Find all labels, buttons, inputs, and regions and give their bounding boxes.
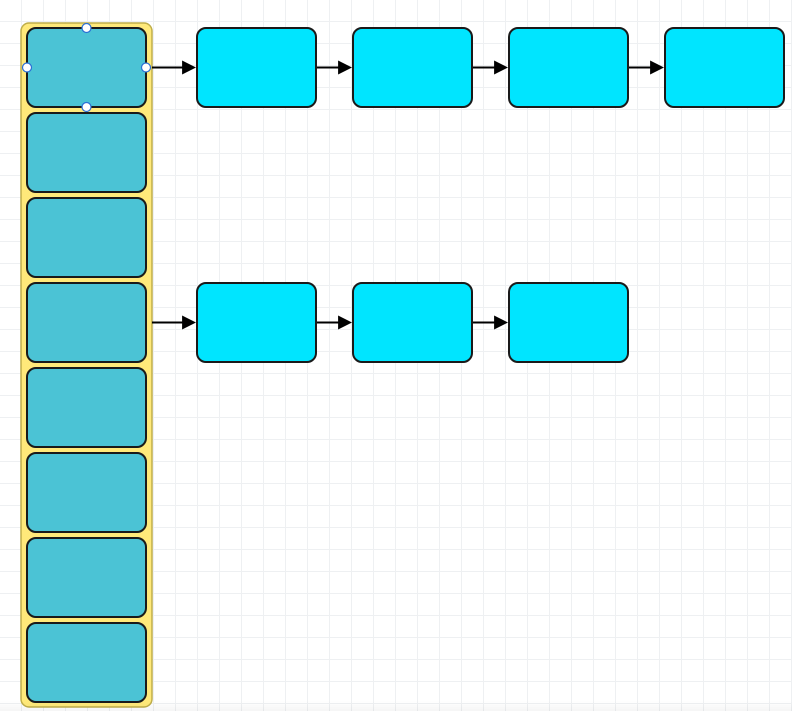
diagram-canvas[interactable]	[0, 0, 792, 711]
stack-node[interactable]	[27, 538, 146, 617]
flow-row-1	[197, 28, 784, 107]
stack-node[interactable]	[27, 283, 146, 362]
stack-node[interactable]	[27, 198, 146, 277]
flow-node[interactable]	[509, 283, 628, 362]
flow-node[interactable]	[353, 28, 472, 107]
flow-node[interactable]	[197, 28, 316, 107]
stack-node[interactable]	[27, 113, 146, 192]
stack-node[interactable]	[27, 28, 146, 107]
flow-node[interactable]	[353, 283, 472, 362]
flow-node[interactable]	[509, 28, 628, 107]
stack-node[interactable]	[27, 368, 146, 447]
stack-node[interactable]	[27, 453, 146, 532]
stack-node[interactable]	[27, 623, 146, 702]
flow-node[interactable]	[197, 283, 316, 362]
flow-node[interactable]	[665, 28, 784, 107]
flow-row-2	[197, 283, 628, 362]
